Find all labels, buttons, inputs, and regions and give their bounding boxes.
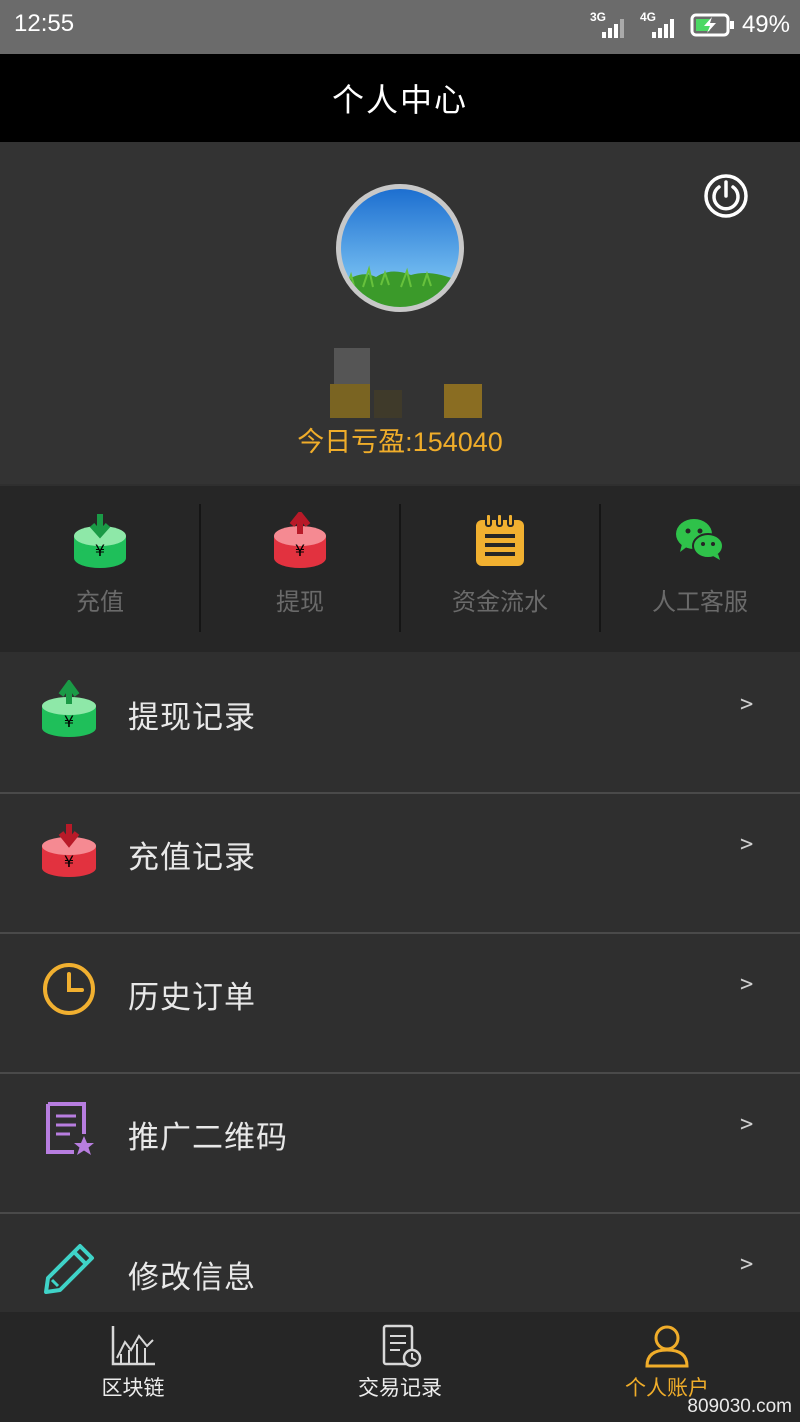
svg-text:¥: ¥ xyxy=(64,852,74,871)
power-icon[interactable] xyxy=(702,172,750,220)
username-blurred xyxy=(330,348,482,418)
signal-4g-icon: 4G xyxy=(640,10,680,40)
battery-indicator: 49% xyxy=(690,11,790,39)
quick-divider xyxy=(399,504,401,632)
menu-item-label: 推广二维码 xyxy=(128,1120,288,1156)
svg-text:¥: ¥ xyxy=(95,541,105,560)
notepad-icon xyxy=(476,513,524,566)
menu-item-deposit-record[interactable]: ¥ 充值记录 > xyxy=(0,794,800,934)
menu-item-withdraw-record[interactable]: ¥ 提现记录 > xyxy=(0,654,800,794)
tab-blockchain[interactable]: 区块链 xyxy=(0,1312,266,1422)
chevron-right-icon: > xyxy=(740,692,754,717)
status-time: 12:55 xyxy=(14,10,75,37)
tab-label: 交易记录 xyxy=(358,1376,442,1400)
svg-text:¥: ¥ xyxy=(64,712,74,731)
quick-actions: ¥ 充值 ¥ 提现 资金流水 人工客服 xyxy=(0,486,800,652)
chevron-right-icon: > xyxy=(740,832,754,857)
quick-customer-service[interactable]: 人工客服 xyxy=(600,486,800,652)
tab-label: 区块链 xyxy=(101,1376,165,1400)
menu-item-label: 历史订单 xyxy=(128,980,256,1016)
clock-icon xyxy=(43,963,95,1015)
menu-item-promo-qr[interactable]: 推广二维码 > xyxy=(0,1074,800,1214)
profile-section: 今日亏盈:154040 xyxy=(0,142,800,484)
battery-icon xyxy=(690,13,734,37)
watermark: 809030.com xyxy=(687,1396,792,1417)
quick-divider xyxy=(199,504,201,632)
quick-deposit[interactable]: ¥ 充值 xyxy=(0,486,200,652)
status-bar: 12:55 3G 4G 49% xyxy=(0,0,800,54)
bottom-tab-bar: 区块链 交易记录 个人账户 809030.com xyxy=(0,1312,800,1422)
document-star-icon xyxy=(46,1102,94,1155)
quick-divider xyxy=(599,504,601,632)
pencil-icon xyxy=(44,1244,94,1294)
app-header: 个人中心 xyxy=(0,54,800,142)
signal-3g-icon: 3G xyxy=(590,10,630,40)
withdraw-icon: ¥ xyxy=(274,512,326,568)
menu-item-label: 充值记录 xyxy=(128,840,256,876)
deposit-icon: ¥ xyxy=(74,514,126,568)
chevron-right-icon: > xyxy=(740,1252,754,1277)
daily-pnl: 今日亏盈:154040 xyxy=(297,427,503,457)
chevron-right-icon: > xyxy=(740,1112,754,1137)
withdraw-record-icon: ¥ xyxy=(42,680,96,737)
record-clock-icon xyxy=(382,1324,422,1368)
menu-list: ¥ 提现记录 > ¥ 充值记录 > 历史订单 > 推广二维码 > 修改信息 > xyxy=(0,654,800,1354)
user-icon xyxy=(645,1325,689,1368)
svg-text:¥: ¥ xyxy=(295,541,305,560)
avatar[interactable] xyxy=(336,184,464,312)
quick-withdraw-label: 提现 xyxy=(276,588,324,616)
quick-fund-flow-label: 资金流水 xyxy=(452,588,548,616)
battery-percent: 49% xyxy=(741,11,790,38)
chart-icon xyxy=(111,1326,155,1366)
status-icons: 3G 4G 49% xyxy=(590,10,790,40)
tab-trade-records[interactable]: 交易记录 xyxy=(267,1312,533,1422)
quick-withdraw[interactable]: ¥ 提现 xyxy=(200,486,400,652)
menu-item-order-history[interactable]: 历史订单 > xyxy=(0,934,800,1074)
chevron-right-icon: > xyxy=(740,972,754,997)
deposit-record-icon: ¥ xyxy=(42,824,96,877)
quick-deposit-label: 充值 xyxy=(76,588,124,616)
menu-item-label: 提现记录 xyxy=(128,700,256,736)
page-title: 个人中心 xyxy=(331,81,468,119)
menu-item-label: 修改信息 xyxy=(128,1260,256,1296)
wechat-icon xyxy=(676,519,724,560)
quick-customer-service-label: 人工客服 xyxy=(652,588,748,616)
quick-fund-flow[interactable]: 资金流水 xyxy=(400,486,600,652)
